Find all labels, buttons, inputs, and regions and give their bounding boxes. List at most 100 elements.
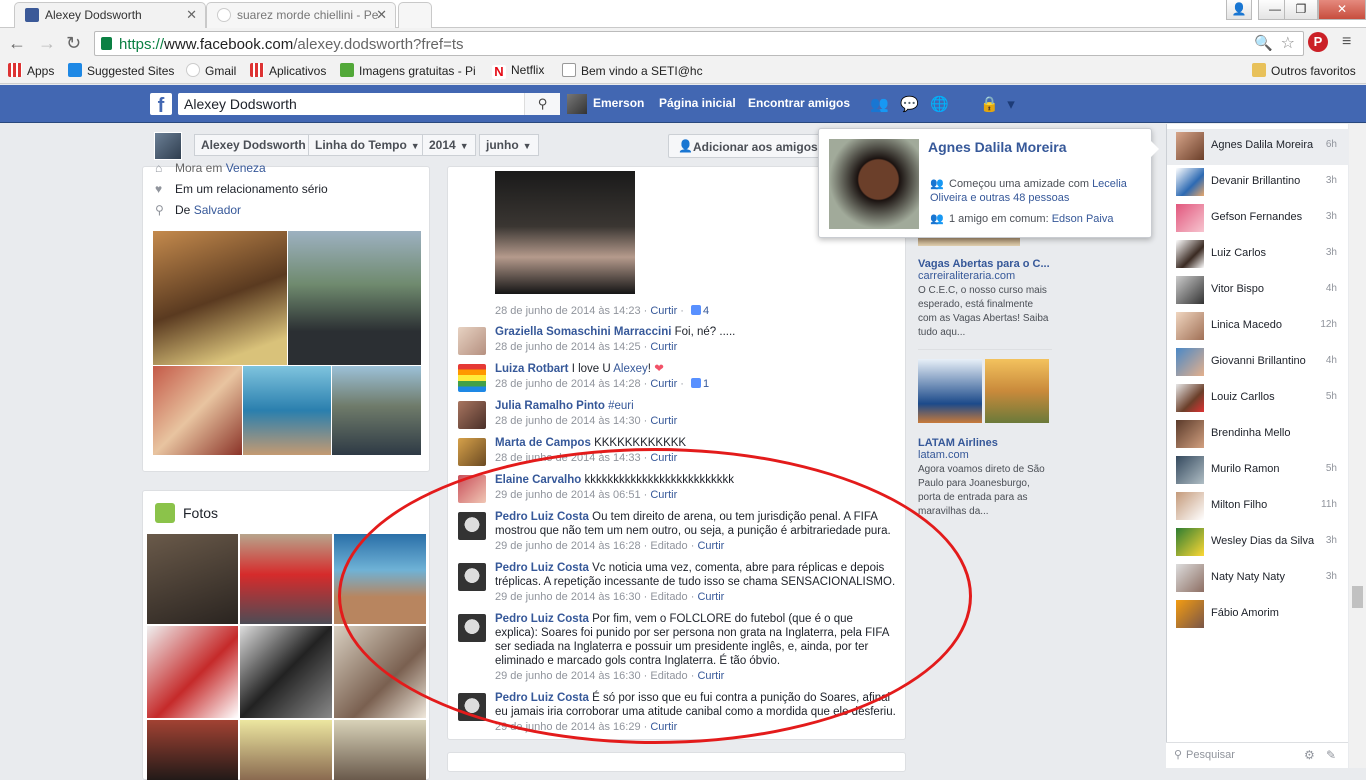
privacy-lock-icon[interactable]: 🔒 — [980, 95, 999, 113]
bookmark-suggested[interactable]: Suggested Sites — [68, 63, 174, 78]
chat-search[interactable]: ⚲ Pesquisar ⚙ ✎ — [1166, 742, 1348, 768]
chat-contact[interactable]: Devanir Brillantino 3h — [1167, 165, 1349, 201]
crumb-profile-name[interactable]: Alexey Dodsworth — [194, 134, 313, 156]
photo-thumb[interactable] — [334, 720, 426, 780]
friend-requests-icon[interactable]: 👥 — [870, 95, 889, 113]
commenter-avatar[interactable] — [458, 475, 486, 503]
mutual-friend-link[interactable]: Edson Paiva — [1052, 213, 1114, 225]
photo-thumb[interactable] — [334, 626, 426, 718]
hovercard-name[interactable]: Agnes Dalila Moreira — [928, 139, 1067, 155]
like-link[interactable]: Curtir — [697, 670, 724, 682]
pinterest-icon[interactable]: P — [1308, 32, 1328, 52]
chat-contact[interactable]: Murilo Ramon 5h — [1167, 453, 1349, 489]
notifications-globe-icon[interactable]: 🌐 — [930, 95, 949, 113]
close-tab-icon[interactable]: ✕ — [186, 7, 197, 23]
intro-photo[interactable] — [153, 231, 287, 365]
like-link[interactable]: Curtir — [650, 415, 677, 427]
like-link[interactable]: Curtir — [650, 305, 677, 317]
mention-link[interactable]: Alexey — [613, 363, 648, 375]
tab-suarez[interactable]: suarez morde chiellini - Pe ✕ — [206, 2, 396, 28]
nav-profile[interactable]: Emerson — [593, 96, 644, 110]
chat-contact[interactable]: Linica Macedo 12h — [1167, 309, 1349, 345]
chat-contact[interactable]: Milton Filho 11h — [1167, 489, 1349, 525]
photo-thumb[interactable] — [147, 534, 238, 624]
commenter-name[interactable]: Luiza Rotbart — [495, 363, 568, 375]
ad-title[interactable]: Vagas Abertas para o C... — [918, 258, 1050, 270]
close-window-button[interactable]: ✕ — [1318, 0, 1366, 20]
photo-thumb[interactable] — [147, 626, 238, 718]
chat-contact[interactable]: Giovanni Brillantino 4h — [1167, 345, 1349, 381]
photos-title[interactable]: Fotos — [183, 505, 218, 521]
chat-contact[interactable]: Wesley Dias da Silva 3h — [1167, 525, 1349, 561]
like-count[interactable]: 4 — [703, 305, 709, 317]
like-link[interactable]: Curtir — [650, 721, 677, 733]
crumb-year[interactable]: 2014 ▼ — [422, 134, 476, 156]
bookmark-other[interactable]: Outros favoritos — [1252, 63, 1356, 78]
user-icon[interactable]: 👤 — [1226, 0, 1252, 20]
ad-site[interactable]: latam.com — [918, 449, 969, 461]
photo-thumb[interactable] — [147, 720, 238, 780]
commenter-name[interactable]: Julia Ramalho Pinto — [495, 400, 605, 412]
alien-avatar[interactable] — [458, 563, 486, 591]
tab-alexey[interactable]: Alexey Dodsworth ✕ — [14, 2, 206, 28]
ad-image[interactable] — [918, 359, 982, 423]
commenter-avatar[interactable] — [458, 364, 486, 392]
commenter-name[interactable]: Graziella Somaschini Marraccini — [495, 326, 671, 338]
intro-photo[interactable] — [288, 231, 421, 365]
ad-site[interactable]: carreiraliteraria.com — [918, 270, 1015, 282]
commenter-name[interactable]: Pedro Luiz Costa — [495, 562, 589, 574]
maximize-button[interactable]: ❐ — [1284, 0, 1318, 20]
chat-contact[interactable]: Brendinha Mello — [1167, 417, 1349, 453]
like-link[interactable]: Curtir — [650, 341, 677, 353]
photo-thumb[interactable] — [240, 534, 332, 624]
search-icon[interactable]: ⚲ — [524, 93, 560, 115]
commenter-name[interactable]: Pedro Luiz Costa — [495, 613, 589, 625]
commenter-name[interactable]: Marta de Campos — [495, 437, 591, 449]
bookmark-netflix[interactable]: N Netflix — [492, 63, 544, 79]
compose-icon[interactable]: ✎ — [1326, 748, 1336, 762]
bookmark-gmail[interactable]: Gmail — [186, 63, 236, 78]
bookmark-seti[interactable]: Bem vindo a SETI@hc — [562, 63, 703, 78]
intro-photo[interactable] — [243, 366, 331, 455]
close-tab-icon[interactable]: ✕ — [376, 7, 387, 23]
like-link[interactable]: Curtir — [650, 378, 677, 390]
gear-icon[interactable]: ⚙ — [1304, 748, 1315, 762]
post-photo[interactable] — [495, 171, 635, 294]
like-link[interactable]: Curtir — [697, 540, 724, 552]
facebook-logo-icon[interactable]: f — [150, 93, 172, 115]
chat-contact[interactable]: Luiz Carlos 3h — [1167, 237, 1349, 273]
bookmark-apps[interactable]: Apps — [8, 63, 54, 78]
photo-thumb[interactable] — [334, 534, 426, 624]
messages-icon[interactable]: 💬 — [900, 95, 919, 113]
bookmark-imagens[interactable]: Imagens gratuitas - Pi — [340, 63, 476, 78]
chat-contact[interactable]: Fábio Amorim — [1167, 597, 1349, 633]
commenter-avatar[interactable] — [458, 327, 486, 355]
hashtag-link[interactable]: #euri — [608, 400, 634, 412]
nav-find-friends[interactable]: Encontrar amigos — [748, 96, 850, 110]
user-avatar[interactable] — [567, 94, 587, 114]
intro-photo[interactable] — [332, 366, 421, 455]
forward-icon[interactable]: → — [38, 33, 56, 54]
alien-avatar[interactable] — [458, 614, 486, 642]
alien-avatar[interactable] — [458, 693, 486, 721]
back-icon[interactable]: ← — [8, 33, 26, 54]
hovercard-photo[interactable] — [829, 139, 919, 229]
commenter-name[interactable]: Elaine Carvalho — [495, 474, 581, 486]
zoom-icon[interactable]: 🔍 — [1254, 34, 1273, 52]
crumb-timeline[interactable]: Linha do Tempo ▼ — [308, 134, 427, 156]
chat-contact[interactable]: Agnes Dalila Moreira 6h — [1167, 129, 1349, 165]
account-menu-chevron-icon[interactable]: ▾ — [1002, 95, 1020, 113]
facebook-search-input[interactable] — [178, 93, 518, 115]
ad-image[interactable] — [985, 359, 1049, 423]
like-link[interactable]: Curtir — [650, 452, 677, 464]
address-bar[interactable]: https://www.facebook.com/alexey.dodswort… — [94, 31, 1304, 56]
ad-title[interactable]: LATAM Airlines — [918, 437, 998, 449]
nav-home[interactable]: Página inicial — [659, 96, 736, 110]
photo-thumb[interactable] — [240, 626, 332, 718]
commenter-name[interactable]: Pedro Luiz Costa — [495, 511, 589, 523]
like-link[interactable]: Curtir — [697, 591, 724, 603]
chat-contact[interactable]: Naty Naty Naty 3h — [1167, 561, 1349, 597]
intro-photo[interactable] — [153, 366, 242, 455]
chat-contact[interactable]: Vitor Bispo 4h — [1167, 273, 1349, 309]
star-icon[interactable]: ☆ — [1281, 33, 1295, 53]
